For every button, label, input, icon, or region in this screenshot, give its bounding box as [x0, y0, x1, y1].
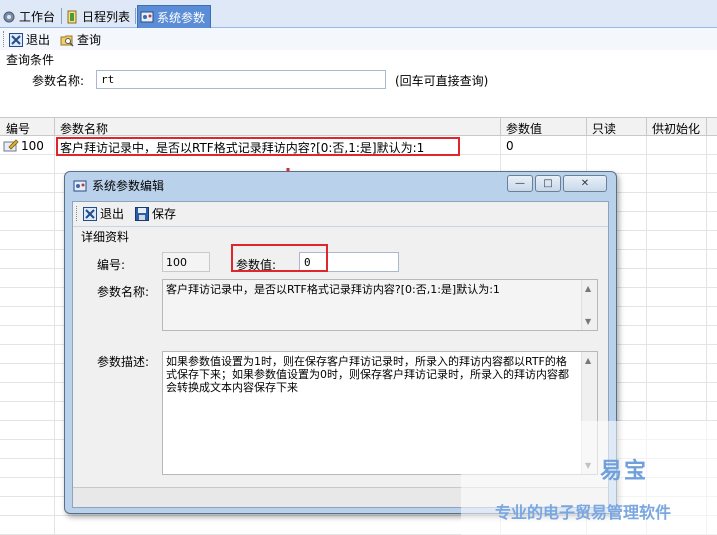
col-header-readonly[interactable]: 只读: [592, 120, 616, 137]
dialog-titlebar: 系统参数编辑: [73, 177, 164, 194]
grid-header: 编号 参数名称 参数值 只读 供初始化: [0, 117, 717, 137]
col-header-name[interactable]: 参数名称: [60, 120, 108, 137]
param-desc-label: 参数描述:: [97, 355, 150, 369]
dialog-exit-button[interactable]: 退出: [83, 205, 124, 222]
tab-label: 日程列表: [82, 10, 131, 24]
id-label: 编号:: [97, 258, 126, 272]
scroll-down-icon[interactable]: ▼: [585, 315, 591, 328]
param-name-label: 参数名称:: [32, 74, 85, 88]
gear-icon: [3, 11, 15, 22]
highlight-box: [56, 137, 460, 156]
system-params-icon: [73, 180, 87, 191]
exit-button[interactable]: 退出: [9, 31, 50, 48]
dialog-title: 系统参数编辑: [92, 179, 165, 193]
scroll-up-icon[interactable]: ▲: [585, 354, 591, 367]
col-header-id[interactable]: 编号: [6, 120, 30, 137]
param-name-label: 参数名称:: [97, 285, 150, 299]
close-button[interactable]: ✕: [563, 175, 607, 192]
col-header-init[interactable]: 供初始化: [652, 120, 700, 137]
tab-schedule-list[interactable]: 日程列表: [63, 5, 135, 28]
close-icon: ✕: [580, 178, 590, 189]
minimize-icon: —: [515, 178, 525, 189]
watermark-brand: 易宝: [600, 459, 649, 484]
dialog-save-button[interactable]: 保存: [135, 205, 176, 222]
query-panel: 参数名称: rt (回车可直接查询): [0, 66, 717, 116]
system-params-icon: [140, 11, 154, 23]
id-field: 100: [162, 252, 210, 272]
query-hint: (回车可直接查询): [395, 74, 489, 88]
minimize-button[interactable]: —: [507, 175, 533, 192]
row-param-value: 0: [506, 139, 514, 153]
highlight-box: [231, 244, 328, 272]
row-edit-icon: [3, 139, 19, 152]
query-button[interactable]: 查询: [60, 31, 101, 48]
row-id: 100: [21, 139, 44, 153]
tab-label: 系统参数: [157, 10, 206, 25]
param-name-field: 客户拜访记录中，是否以RTF格式记录拜访内容?[0:否,1:是]默认为:1 ▲ …: [162, 279, 598, 331]
scrollbar[interactable]: ▲ ▼: [581, 280, 597, 330]
tab-bar: 工作台 日程列表 系统参数: [0, 0, 717, 28]
main-toolbar: 退出 查询: [0, 28, 717, 50]
detail-section-title: 详细资料: [81, 230, 130, 244]
tab-workbench[interactable]: 工作台: [0, 5, 60, 28]
tab-label: 工作台: [19, 10, 56, 24]
exit-icon: [83, 206, 97, 221]
search-folder-icon: [60, 35, 74, 47]
watermark-slogan: 专业的电子贸易管理软件: [495, 503, 672, 522]
exit-icon: [9, 32, 23, 47]
tab-system-params[interactable]: 系统参数: [137, 5, 211, 28]
schedule-icon: [67, 10, 77, 23]
param-name-input[interactable]: rt: [96, 70, 386, 89]
maximize-icon: □: [543, 178, 553, 189]
save-icon: [135, 206, 149, 221]
maximize-button[interactable]: □: [535, 175, 561, 192]
col-header-value[interactable]: 参数值: [506, 120, 542, 137]
scroll-up-icon[interactable]: ▲: [585, 282, 591, 295]
